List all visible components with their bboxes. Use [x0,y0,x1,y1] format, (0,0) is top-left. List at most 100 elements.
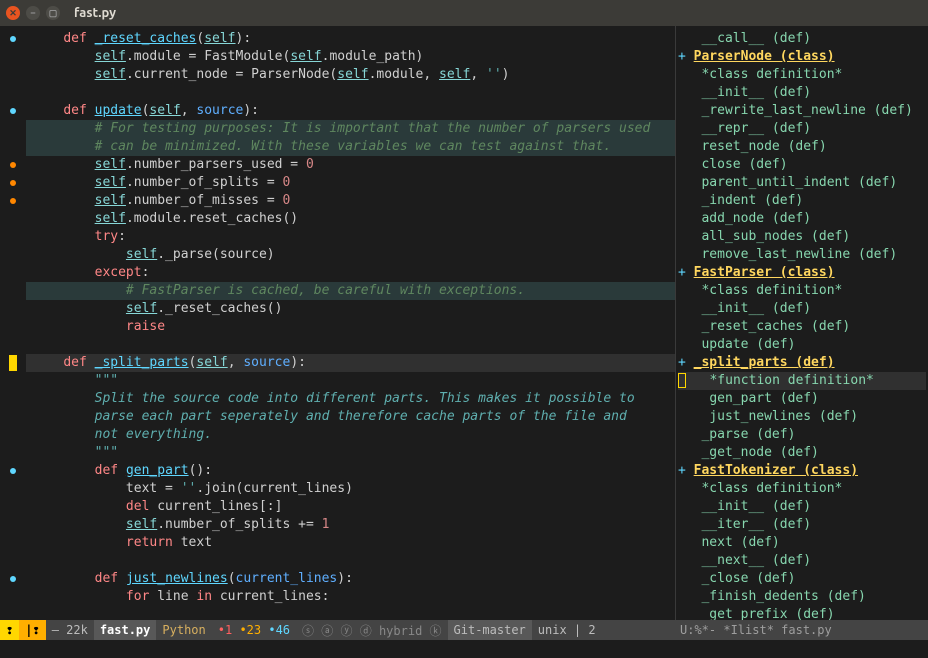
outline-item[interactable]: + FastTokenizer (class) [678,462,926,480]
outline-item[interactable]: + _split_parts (def) [678,354,926,372]
code-line[interactable]: self.number_of_misses = 0 [26,192,675,210]
outline-item[interactable]: __call__ (def) [678,30,926,48]
code-line[interactable]: """ [26,444,675,462]
outline-item[interactable]: all_sub_nodes (def) [678,228,926,246]
code-line[interactable]: try: [26,228,675,246]
maximize-icon[interactable]: ▢ [46,6,60,20]
code-line[interactable]: self.number_parsers_used = 0 [26,156,675,174]
code-line[interactable]: for line in current_lines: [26,588,675,606]
code-line[interactable]: self.module.reset_caches() [26,210,675,228]
gutter-mark [0,570,26,588]
code-line[interactable]: self.number_of_splits = 0 [26,174,675,192]
code-line[interactable]: return text [26,534,675,552]
code-line[interactable] [26,336,675,354]
outline-item[interactable]: __repr__ (def) [678,120,926,138]
cursor-icon [678,373,686,388]
gutter-mark [0,498,26,516]
outline-item[interactable]: __iter__ (def) [678,516,926,534]
outline-item[interactable]: remove_last_newline (def) [678,246,926,264]
code-line[interactable]: """ [26,372,675,390]
code-line[interactable]: def just_newlines(current_lines): [26,570,675,588]
code-line[interactable]: raise [26,318,675,336]
position-indicator: — 22k [46,620,94,640]
gutter-mark [0,336,26,354]
modeline-right: U:%*- *Ilist* fast.py [676,620,928,640]
outline-item[interactable]: _indent (def) [678,192,926,210]
gutter-mark [0,210,26,228]
outline-item[interactable]: __init__ (def) [678,300,926,318]
titlebar: ✕ – ▢ fast.py [0,0,928,26]
code-line[interactable]: Split the source code into different par… [26,390,675,408]
outline-item[interactable]: _finish_dedents (def) [678,588,926,606]
code-line[interactable]: def gen_part(): [26,462,675,480]
code-line[interactable]: not everything. [26,426,675,444]
gutter-mark [0,534,26,552]
code-line[interactable]: self._reset_caches() [26,300,675,318]
gutter-mark [0,318,26,336]
outline-item[interactable]: *function definition* [678,372,926,390]
code-line[interactable]: # can be minimized. With these variables… [26,138,675,156]
minor-modes: ⓢ ⓐ ⓨ ⓓ hybrid ⓚ [296,620,447,640]
outline-item[interactable]: *class definition* [678,282,926,300]
minibuffer[interactable] [0,640,928,658]
gutter-mark [0,354,26,372]
outline-item[interactable]: __init__ (def) [678,498,926,516]
gutter-mark [0,138,26,156]
gutter-mark [0,372,26,390]
gutter-mark [0,228,26,246]
code-line[interactable]: def _reset_caches(self): [26,30,675,48]
gutter-mark [0,246,26,264]
code-line[interactable]: self.module = FastModule(self.module_pat… [26,48,675,66]
outline-item[interactable]: *class definition* [678,480,926,498]
gutter-mark [0,84,26,102]
outline-item[interactable]: parent_until_indent (def) [678,174,926,192]
code-line[interactable]: self.number_of_splits += 1 [26,516,675,534]
gutter-mark [0,48,26,66]
outline-item[interactable]: *class definition* [678,66,926,84]
gutter-mark [0,300,26,318]
code-line[interactable]: parse each part seperately and therefore… [26,408,675,426]
outline-item[interactable]: next (def) [678,534,926,552]
outline-item[interactable]: update (def) [678,336,926,354]
close-icon[interactable]: ✕ [6,6,20,20]
gutter-mark [0,408,26,426]
code-line[interactable]: # FastParser is cached, be careful with … [26,282,675,300]
code-line[interactable]: text = ''.join(current_lines) [26,480,675,498]
code-line[interactable] [26,84,675,102]
outline-item[interactable]: close (def) [678,156,926,174]
code-line[interactable]: # For testing purposes: It is important … [26,120,675,138]
outline-item[interactable]: __init__ (def) [678,84,926,102]
major-mode: Python [156,620,211,640]
outline-item[interactable]: _parse (def) [678,426,926,444]
filename: fast.py [94,620,157,640]
outline-item[interactable]: __next__ (def) [678,552,926,570]
code-line[interactable]: def _split_parts(self, source): [26,354,675,372]
code-line[interactable]: except: [26,264,675,282]
warn-indicator: ❢ [0,620,19,640]
code-line[interactable]: self.current_node = ParserNode(self.modu… [26,66,675,84]
code-line[interactable]: del current_lines[:] [26,498,675,516]
outline-item[interactable]: gen_part (def) [678,390,926,408]
gutter-mark [0,102,26,120]
outline-pane[interactable]: __call__ (def)+ ParserNode (class) *clas… [676,26,928,620]
outline-item[interactable]: _rewrite_last_newline (def) [678,102,926,120]
outline-item[interactable]: reset_node (def) [678,138,926,156]
outline-item[interactable]: _close (def) [678,570,926,588]
code-line[interactable] [26,552,675,570]
outline-item[interactable]: + ParserNode (class) [678,48,926,66]
outline-item[interactable]: add_node (def) [678,210,926,228]
code-line[interactable]: def update(self, source): [26,102,675,120]
code-area[interactable]: def _reset_caches(self): self.module = F… [26,26,675,620]
gutter-mark [0,390,26,408]
outline-item[interactable]: just_newlines (def) [678,408,926,426]
outline-item[interactable]: _reset_caches (def) [678,318,926,336]
outline-item[interactable]: _get_node (def) [678,444,926,462]
editor-pane[interactable]: def _reset_caches(self): self.module = F… [0,26,676,620]
minimize-icon[interactable]: – [26,6,40,20]
gutter-mark [0,264,26,282]
outline-item[interactable]: + FastParser (class) [678,264,926,282]
gutter-mark [0,156,26,174]
modeline: ❢ |❢ — 22k fast.py Python •1 •23 •46 ⓢ ⓐ… [0,620,928,640]
code-line[interactable]: self._parse(source) [26,246,675,264]
outline-item[interactable]: _get_prefix (def) [678,606,926,620]
